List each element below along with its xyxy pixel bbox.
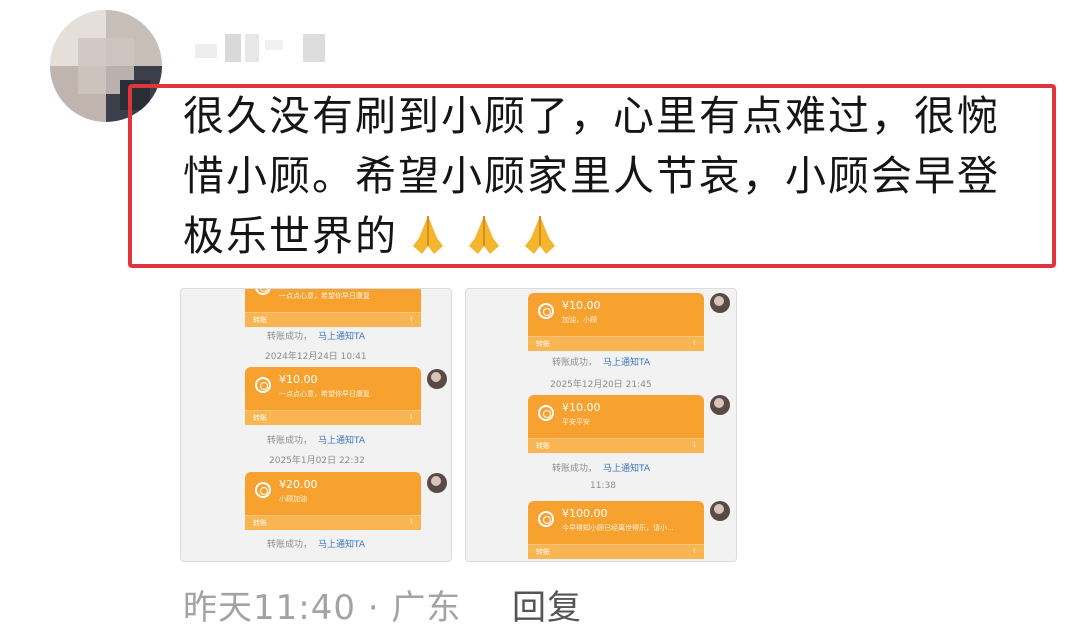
transfer-label: 转账 xyxy=(253,519,267,527)
timestamp: 2024年12月24日 10:41 xyxy=(265,352,367,362)
transfer-memo: 今早得知小顾已经离世得乐，请小... xyxy=(562,524,674,532)
transfer-label: 转账 xyxy=(536,340,550,348)
sender-avatar xyxy=(427,473,447,493)
comment-body: 很久没有刷到小顾了，心里有点难过，很惋惜小顾。希望小顾家里人节哀，小顾会早登极乐… xyxy=(183,92,1000,260)
comment-meta: 昨天11:40 · 广东 xyxy=(183,588,462,628)
transfer-amount: ¥10.00 xyxy=(279,373,318,386)
sender-avatar xyxy=(710,501,730,521)
coin-icon xyxy=(538,405,554,421)
transfer-amount: ¥20.00 xyxy=(279,478,318,491)
system-message: 转账成功， 马上通知TA xyxy=(267,332,365,342)
wechat-mark-icon: ⌇ xyxy=(692,441,696,449)
coin-icon xyxy=(538,511,554,527)
transfer-amount: ¥100.00 xyxy=(562,507,608,520)
sender-avatar xyxy=(427,369,447,389)
wechat-mark-icon: ⌇ xyxy=(409,315,413,323)
transfer-label: 转账 xyxy=(253,414,267,422)
wechat-mark-icon: ⌇ xyxy=(409,518,413,526)
transfer-label: 转账 xyxy=(536,548,550,556)
wechat-mark-icon: ⌇ xyxy=(692,547,696,555)
system-message: 转账成功， 马上通知TA xyxy=(552,358,650,368)
reply-button[interactable]: 回复 xyxy=(512,580,582,629)
transfer-amount: ¥10.00 xyxy=(562,299,601,312)
coin-icon xyxy=(538,303,554,319)
coin-icon xyxy=(255,377,271,393)
transfer-card: 一点点心意，希望你早日康复 转账 ⌇ xyxy=(245,289,421,327)
transfer-memo: 加油，小顾 xyxy=(562,316,597,324)
system-message: 转账成功， 马上通知TA xyxy=(552,464,650,474)
transfer-card: ¥10.00 一点点心意，希望你早日康复 转账 ⌇ xyxy=(245,367,421,425)
timestamp: 2025年12月20日 21:45 xyxy=(550,380,652,390)
transfer-card: ¥100.00 今早得知小顾已经离世得乐，请小... 转账 ⌇ xyxy=(528,501,704,559)
coin-icon xyxy=(255,289,271,295)
timestamp: 2025年1月02日 22:32 xyxy=(269,456,365,466)
transfer-memo: 一点点心意，希望你早日康复 xyxy=(279,390,370,398)
transfer-amount: ¥10.00 xyxy=(562,401,601,414)
transfer-label: 转账 xyxy=(536,442,550,450)
system-message: 转账成功， 马上通知TA xyxy=(267,540,365,550)
wechat-mark-icon: ⌇ xyxy=(409,413,413,421)
transfer-label: 转账 xyxy=(253,316,267,324)
coin-icon xyxy=(255,482,271,498)
username-blurred[interactable] xyxy=(195,34,335,64)
praying-hands-icon xyxy=(413,216,443,254)
timestamp: 11:38 xyxy=(590,481,616,491)
sender-avatar xyxy=(710,293,730,313)
transfer-memo: 平安平安 xyxy=(562,418,590,426)
transfer-memo: 一点点心意，希望你早日康复 xyxy=(279,292,370,300)
system-message: 转账成功， 马上通知TA xyxy=(267,436,365,446)
screenshot-image-1[interactable]: 一点点心意，希望你早日康复 转账 ⌇ 转账成功， 马上通知TA 2024年12月24… xyxy=(180,288,452,562)
sender-avatar xyxy=(710,395,730,415)
wechat-mark-icon: ⌇ xyxy=(692,339,696,347)
praying-hands-icon xyxy=(525,216,555,254)
transfer-card: ¥10.00 加油，小顾 转账 ⌇ xyxy=(528,293,704,351)
transfer-card: ¥10.00 平安平安 转账 ⌇ xyxy=(528,395,704,453)
transfer-memo: 小顾加油 xyxy=(279,495,307,503)
transfer-card: ¥20.00 小顾加油 转账 ⌇ xyxy=(245,472,421,530)
screenshot-image-2[interactable]: ¥10.00 加油，小顾 转账 ⌇ 转账成功， 马上通知TA 2025年12月20日… xyxy=(465,288,737,562)
comment-text: 很久没有刷到小顾了，心里有点难过，很惋惜小顾。希望小顾家里人节哀，小顾会早登极乐… xyxy=(183,86,1023,266)
praying-hands-icon xyxy=(469,216,499,254)
